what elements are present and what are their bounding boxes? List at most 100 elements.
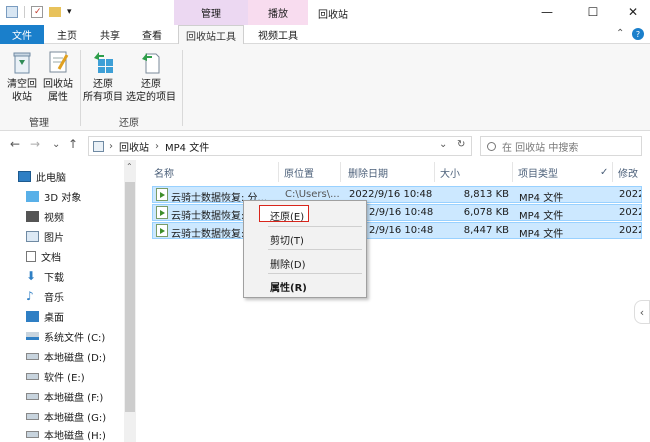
minimize-button[interactable]: —: [532, 2, 562, 22]
column-header-size[interactable]: 大小: [440, 160, 460, 184]
column-header-origin[interactable]: 原位置: [284, 160, 314, 184]
search-input[interactable]: 在 回收站 中搜索: [502, 139, 578, 154]
nav-item-3d-objects[interactable]: 3D 对象: [26, 186, 81, 206]
restore-all-button[interactable]: 还原 所有项目: [82, 49, 124, 104]
group-manage-label: 管理: [29, 118, 49, 129]
column-header-modified[interactable]: 修改: [618, 160, 638, 184]
restore-selected-label-1: 还原: [141, 79, 161, 90]
file-type: MP4 文件: [519, 229, 564, 240]
nav-label: 文档: [41, 252, 61, 264]
close-button[interactable]: ✕: [618, 2, 648, 22]
recent-locations-button[interactable]: ⌄: [52, 139, 60, 150]
bin-props-label-2: 属性: [48, 92, 68, 103]
tab-home[interactable]: 主页: [44, 25, 90, 44]
nav-label: 本地磁盘 (H:): [44, 430, 106, 442]
file-origin: C:\Users\...: [285, 189, 340, 200]
collapse-ribbon-icon[interactable]: ⌃: [616, 28, 624, 39]
breadcrumb-recycle-bin[interactable]: 回收站: [119, 139, 149, 154]
title-bar: ✓ ▾ 管理 播放 回收站 — ☐ ✕: [0, 0, 650, 25]
nav-item-pictures[interactable]: 图片: [26, 226, 64, 246]
address-dropdown-icon[interactable]: ⌄: [439, 139, 447, 150]
nav-item-this-pc[interactable]: 此电脑: [18, 166, 66, 186]
maximize-button[interactable]: ☐: [578, 2, 608, 22]
recycle-bin-icon: [13, 52, 31, 74]
navigation-bar: ← → ⌄ ↑ › 回收站 › MP4 文件 ⌄ ↻ 在 回收站 中搜索: [0, 132, 650, 160]
new-folder-icon[interactable]: [49, 7, 61, 17]
menu-item-restore[interactable]: 还原(E): [270, 208, 304, 223]
tab-file[interactable]: 文件: [0, 25, 44, 44]
forward-button[interactable]: →: [30, 137, 40, 151]
path-separator: ›: [155, 140, 159, 152]
scroll-up-arrow[interactable]: ⌃: [126, 162, 133, 171]
nav-item-documents[interactable]: 文档: [26, 246, 61, 266]
nav-item-videos[interactable]: 视频: [26, 206, 64, 226]
restore-selected-button[interactable]: 还原 选定的项目: [124, 49, 178, 104]
column-header-name[interactable]: 名称: [154, 160, 174, 184]
nav-item-downloads[interactable]: ⬇ 下载: [26, 266, 64, 286]
file-deleted-date: 2022/9/16 10:48: [349, 189, 433, 200]
contextual-manage-label: 管理: [174, 0, 248, 25]
expand-pane-button[interactable]: ‹: [634, 300, 650, 324]
empty-recycle-bin-button[interactable]: 清空回 收站: [4, 49, 40, 104]
menu-separator: [268, 273, 362, 274]
group-separator: [182, 50, 183, 126]
file-size: 6,078 KB: [463, 207, 509, 218]
column-divider: [434, 162, 435, 182]
refresh-button[interactable]: ↻: [457, 139, 465, 150]
breadcrumb-mp4[interactable]: MP4 文件: [165, 139, 209, 154]
up-button[interactable]: ↑: [68, 137, 78, 151]
nav-item-music[interactable]: ♪ 音乐: [26, 286, 64, 306]
document-icon: [26, 250, 36, 262]
column-header-type[interactable]: 项目类型: [518, 160, 558, 184]
menu-item-cut[interactable]: 剪切(T): [270, 232, 304, 247]
tab-recycle-bin-tools[interactable]: 回收站工具: [178, 25, 244, 45]
tab-share[interactable]: 共享: [90, 25, 130, 44]
search-box[interactable]: 在 回收站 中搜索: [480, 136, 642, 156]
menu-separator: [268, 249, 362, 250]
nav-label: 本地磁盘 (G:): [44, 412, 107, 424]
quick-access-toolbar: ✓ ▾: [6, 5, 72, 19]
column-divider: [612, 162, 613, 182]
recycle-bin-properties-button[interactable]: 回收站 属性: [40, 49, 76, 104]
nav-item-drive-e[interactable]: 软件 (E:): [26, 366, 85, 386]
nav-item-drive-f[interactable]: 本地磁盘 (F:): [26, 386, 103, 406]
column-check-icon[interactable]: ✓: [600, 160, 608, 184]
restore-selected-label-2: 选定的项目: [126, 92, 176, 103]
group-separator: [80, 50, 81, 126]
nav-item-drive-h[interactable]: 本地磁盘 (H:): [26, 424, 106, 442]
file-row[interactable]: 云骑士数据恢复: 2/9/16 10:48 6,078 KB MP4 文件 20…: [152, 204, 642, 222]
nav-item-drive-c[interactable]: 系统文件 (C:): [26, 326, 105, 346]
drive-icon: [26, 372, 39, 380]
tab-view[interactable]: 查看: [130, 25, 174, 44]
properties-icon[interactable]: ✓: [31, 6, 43, 18]
back-button[interactable]: ←: [10, 137, 20, 151]
address-bar[interactable]: › 回收站 › MP4 文件 ⌄ ↻: [88, 136, 472, 156]
empty-bin-label-1: 清空回: [7, 79, 37, 90]
properties-icon: [49, 51, 69, 73]
window-title: 回收站: [318, 10, 348, 21]
help-icon[interactable]: ?: [632, 28, 644, 40]
context-menu: 还原(E) 剪切(T) 删除(D) 属性(R): [243, 200, 367, 298]
file-name: 云骑士数据恢复:: [171, 211, 245, 222]
column-header-deleted-date[interactable]: 删除日期: [348, 160, 388, 184]
nav-item-desktop[interactable]: 桌面: [26, 306, 64, 326]
nav-pane-scrollbar[interactable]: ⌃: [124, 160, 136, 442]
menu-item-delete[interactable]: 删除(D): [270, 256, 306, 271]
menu-item-properties[interactable]: 属性(R): [270, 279, 307, 294]
search-icon: [487, 141, 496, 151]
customize-toolbar-icon[interactable]: ▾: [67, 7, 72, 17]
nav-item-drive-d[interactable]: 本地磁盘 (D:): [26, 346, 106, 366]
picture-icon: [26, 230, 39, 242]
file-size: 8,813 KB: [463, 189, 509, 200]
scrollbar-thumb[interactable]: [125, 182, 135, 412]
nav-item-drive-g[interactable]: 本地磁盘 (G:): [26, 406, 106, 426]
recycle-bin-small-icon: [93, 140, 104, 152]
tab-video-tools[interactable]: 视频工具: [248, 25, 308, 44]
file-row[interactable]: 云骑士数据恢复: 2/9/16 10:48 8,447 KB MP4 文件 20…: [152, 222, 642, 240]
mp4-file-icon: [156, 206, 168, 219]
nav-label: 本地磁盘 (F:): [44, 392, 104, 404]
app-icon: [6, 6, 18, 18]
file-modified: 2022: [619, 189, 641, 200]
file-size: 8,447 KB: [463, 225, 509, 236]
file-row[interactable]: 云骑士数据恢复: 分... C:\Users\... 2022/9/16 10:…: [152, 186, 642, 204]
